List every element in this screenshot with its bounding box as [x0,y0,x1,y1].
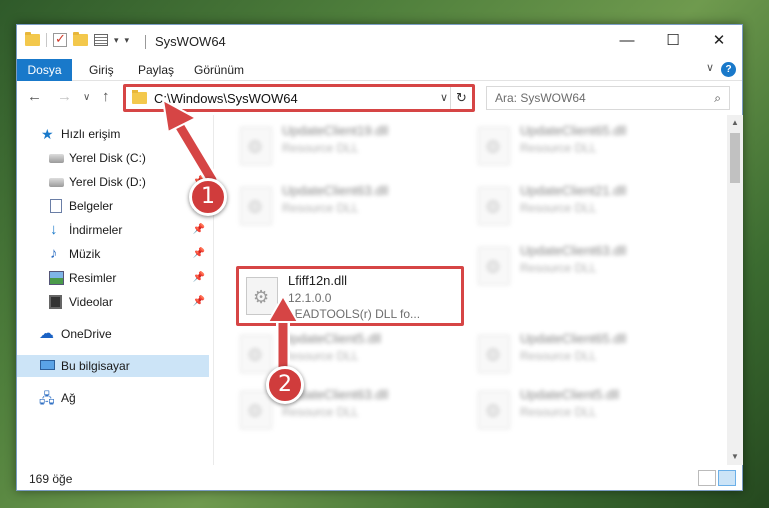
step-badge-1: 1 [189,178,227,216]
annotation-arrows [161,98,300,379]
arrow-2 [266,293,300,379]
arrow-1 [161,98,219,187]
step-badge-2: 2 [266,366,304,404]
